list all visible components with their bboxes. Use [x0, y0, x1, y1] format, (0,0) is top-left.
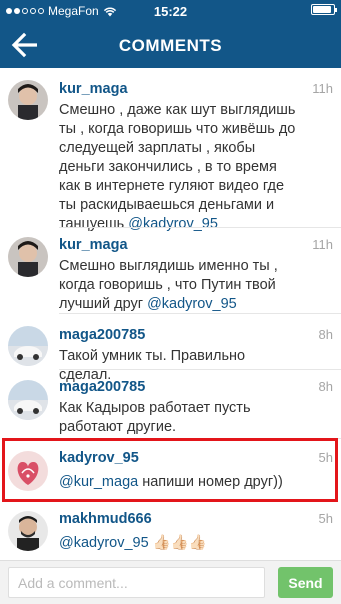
comment-username[interactable]: maga200785: [59, 378, 299, 396]
send-button[interactable]: Send: [278, 567, 333, 598]
avatar[interactable]: [8, 80, 48, 120]
nav-bar: COMMENTS: [0, 22, 341, 68]
divider: [59, 313, 341, 314]
comment-time: 11h: [312, 81, 333, 96]
battery-group: [311, 4, 337, 15]
comment-text: Смешно выглядишь именно ты , когда говор…: [59, 258, 278, 312]
battery-icon: [311, 4, 337, 15]
comment-username[interactable]: makhmud666: [59, 510, 299, 528]
status-bar: MegaFon 15:22: [0, 0, 341, 22]
mention-link[interactable]: @kadyrov_95: [128, 216, 218, 232]
comment-time: 8h: [318, 327, 333, 342]
divider: [59, 369, 341, 370]
comment-time: 11h: [312, 237, 333, 252]
mention-link[interactable]: @kadyrov_95: [147, 296, 237, 312]
comment-text: Смешно , даже как шут выглядишь ты , ког…: [59, 102, 296, 232]
mention-link[interactable]: @kadyrov_95: [59, 535, 149, 551]
comment-input[interactable]: [8, 567, 265, 598]
avatar[interactable]: [8, 326, 48, 366]
avatar[interactable]: [8, 511, 48, 551]
avatar[interactable]: [8, 380, 48, 420]
comment-composer: Send: [0, 560, 341, 604]
comment-username[interactable]: kur_maga: [59, 236, 299, 254]
highlight-box: [2, 438, 338, 502]
comment-text: Как Кадыров работает пусть работают друг…: [59, 400, 251, 435]
comment-username[interactable]: maga200785: [59, 326, 299, 344]
avatar[interactable]: [8, 237, 48, 277]
comment-username[interactable]: kur_maga: [59, 80, 299, 98]
clock: 15:22: [153, 4, 188, 19]
comment-text: @kadyrov_95 👍🏻👍🏻👍🏻: [59, 535, 207, 551]
divider: [59, 227, 341, 228]
comment-time: 5h: [318, 511, 333, 526]
page-title: COMMENTS: [118, 36, 223, 55]
comment-time: 8h: [318, 379, 333, 394]
